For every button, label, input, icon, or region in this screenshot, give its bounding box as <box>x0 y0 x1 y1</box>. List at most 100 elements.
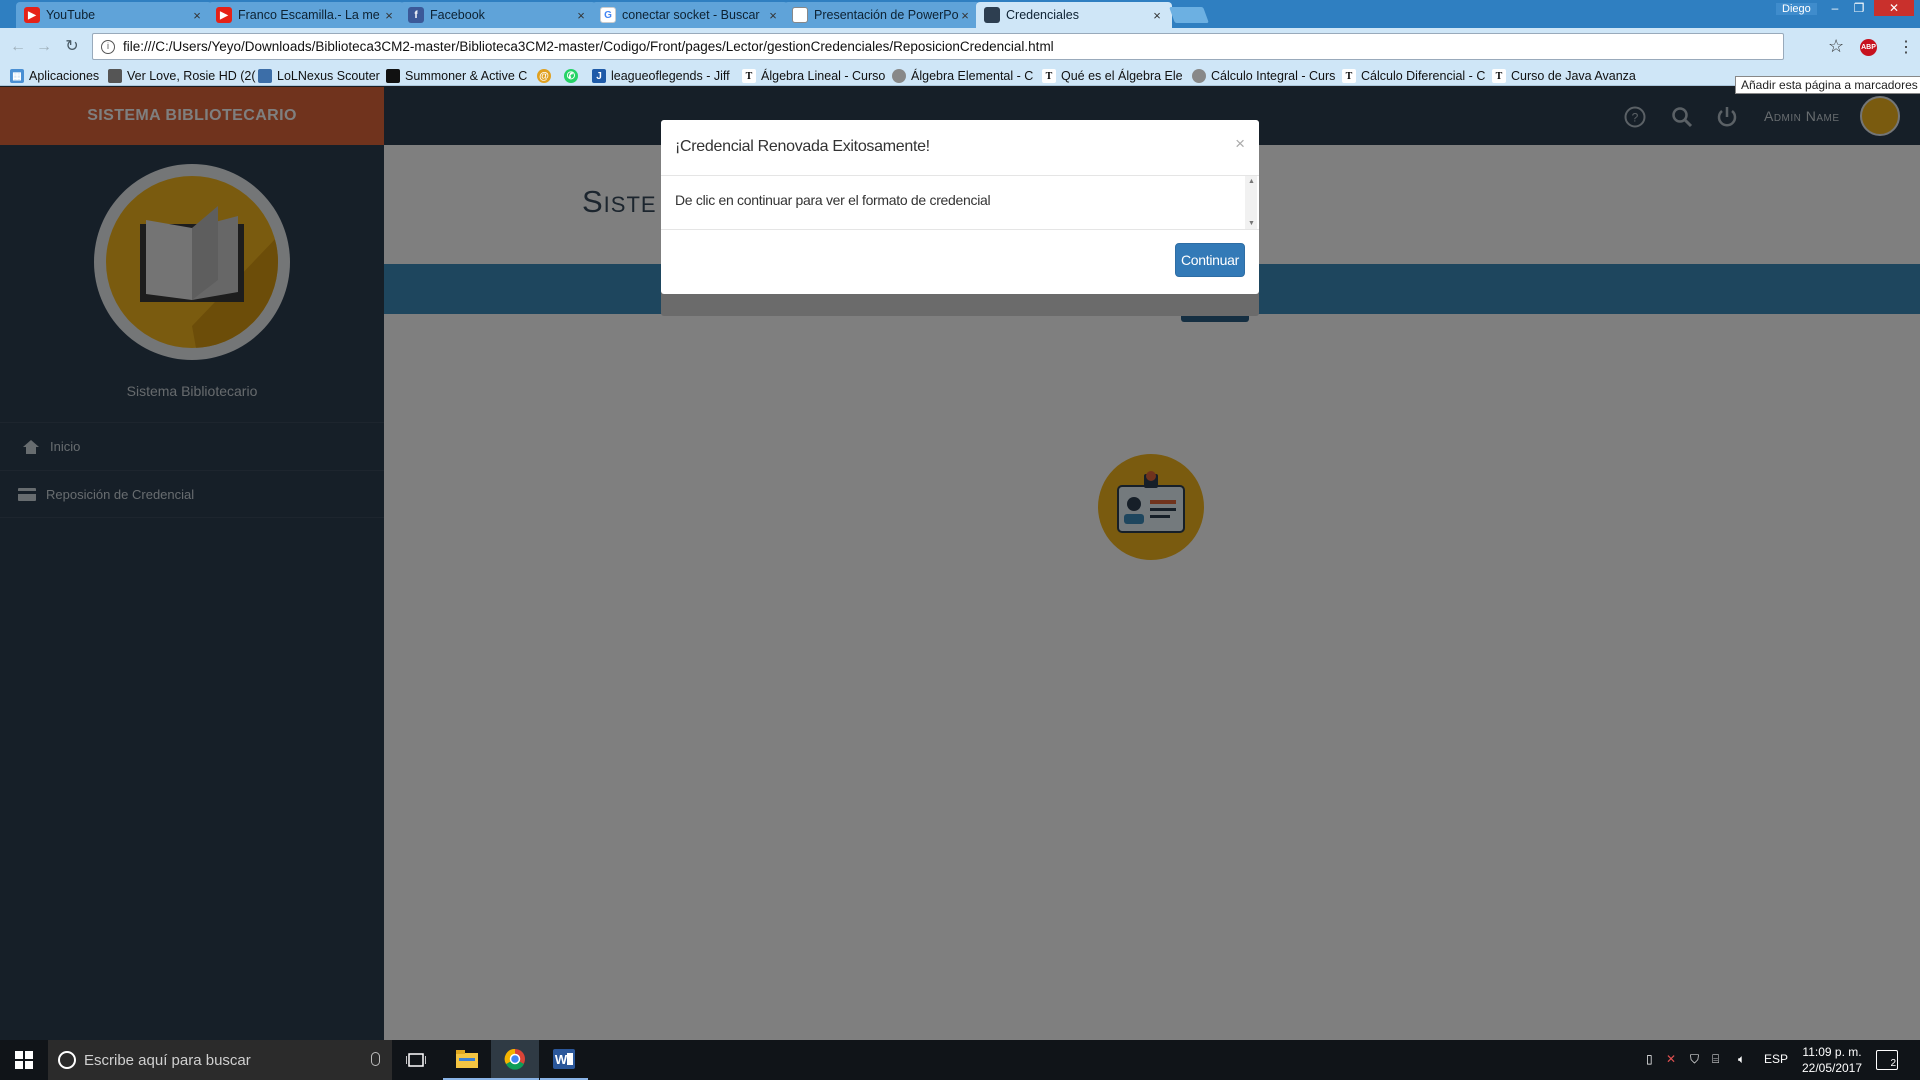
at-sign-icon: @ <box>537 69 551 83</box>
back-arrow-icon[interactable]: ← <box>8 37 28 57</box>
person-icon <box>1192 69 1206 83</box>
summoner-icon <box>386 69 400 83</box>
microphone-icon[interactable] <box>371 1052 380 1066</box>
tab-title: Franco Escamilla.- La me <box>238 8 380 22</box>
success-modal: ¡Credencial Renovada Exitosamente! × De … <box>661 120 1259 294</box>
windows-start-icon[interactable] <box>0 1040 48 1080</box>
bookmark-item[interactable]: @ <box>537 68 556 84</box>
language-indicator[interactable]: ESP <box>1764 1052 1788 1066</box>
tab-title: conectar socket - Buscar <box>622 8 760 22</box>
taskbar-search[interactable]: Escribe aquí para buscar <box>48 1040 392 1080</box>
minimize-icon[interactable]: – <box>1824 0 1846 16</box>
chrome-icon[interactable] <box>491 1040 539 1080</box>
close-icon[interactable]: × <box>1235 134 1245 154</box>
bookmark-tooltip: Añadir esta página a marcadores <box>1735 76 1920 94</box>
url-text: file:///C:/Users/Yeyo/Downloads/Bibliote… <box>123 39 1054 54</box>
tab-title: Presentación de PowerPo <box>814 8 958 22</box>
close-tab-icon[interactable]: × <box>958 8 972 23</box>
youtube-icon: ▶ <box>24 7 40 23</box>
close-tab-icon[interactable]: × <box>766 8 780 23</box>
bookmark-star-icon[interactable]: ☆ <box>1828 36 1844 57</box>
browser-tab-active[interactable]: Credenciales × <box>976 2 1172 28</box>
close-tab-icon[interactable]: × <box>382 8 396 23</box>
browser-tab[interactable]: G conectar socket - Buscar × <box>592 2 788 28</box>
t-letter-icon: T <box>1492 69 1506 83</box>
modal-footer: Continuar <box>661 230 1259 277</box>
bookmark-item[interactable]: T Qué es el Álgebra Ele <box>1042 68 1183 84</box>
bookmark-item[interactable]: LoLNexus Scouter <box>258 68 380 84</box>
scrollbar[interactable]: ▲ ▼ <box>1245 176 1257 229</box>
bookmark-item[interactable]: J leagueoflegends - Jiff <box>592 68 730 84</box>
bookmark-item[interactable]: T Cálculo Diferencial - C <box>1342 68 1485 84</box>
modal-title: ¡Credencial Renovada Exitosamente! <box>675 138 930 155</box>
browser-menu-icon[interactable]: ⋮ <box>1898 37 1914 57</box>
bookmark-item[interactable]: Summoner & Active C <box>386 68 527 84</box>
close-tab-icon[interactable]: × <box>1150 8 1164 23</box>
word-icon[interactable]: W <box>540 1040 588 1080</box>
bookmark-item[interactable]: T Álgebra Lineal - Curso <box>742 68 885 84</box>
google-icon: G <box>600 7 616 23</box>
svg-text:W: W <box>555 1052 568 1067</box>
address-bar[interactable]: i file:///C:/Users/Yeyo/Downloads/Biblio… <box>92 33 1784 60</box>
clock[interactable]: 11:09 p. m. 22/05/2017 <box>1796 1044 1868 1076</box>
tab-title: Credenciales <box>1006 8 1079 22</box>
t-letter-icon: T <box>1042 69 1056 83</box>
windows-taskbar: Escribe aquí para buscar W ▯ ✕ ⛉ ⌸ 🔈︎ ES… <box>0 1040 1920 1080</box>
network-warning-icon[interactable]: ✕ <box>1666 1052 1676 1066</box>
close-tab-icon[interactable]: × <box>190 8 204 23</box>
browser-tab[interactable]: ▶ YouTube × <box>16 2 212 28</box>
info-icon[interactable]: i <box>101 39 115 54</box>
scroll-up-icon[interactable]: ▲ <box>1248 178 1255 185</box>
bookmark-item[interactable]: T Curso de Java Avanza <box>1492 68 1636 84</box>
film-icon <box>108 69 122 83</box>
volume-icon[interactable]: 🔈︎ <box>1738 1052 1745 1067</box>
new-tab-button[interactable] <box>1169 7 1209 23</box>
browser-tab[interactable]: Presentación de PowerPo × <box>784 2 980 28</box>
forward-arrow-icon[interactable]: → <box>34 37 54 57</box>
task-view-icon[interactable] <box>392 1040 440 1080</box>
continue-button[interactable]: Continuar <box>1175 243 1245 277</box>
lolnexus-icon <box>258 69 272 83</box>
bookmark-item[interactable]: Ver Love, Rosie HD (2( <box>108 68 256 84</box>
adblock-icon[interactable]: ABP <box>1860 39 1877 56</box>
person-icon <box>892 69 906 83</box>
bookmarks-bar: ▦ Aplicaciones Ver Love, Rosie HD (2( Lo… <box>0 66 1920 86</box>
search-placeholder: Escribe aquí para buscar <box>84 1051 251 1069</box>
jiff-icon: J <box>592 69 606 83</box>
time: 11:09 p. m. <box>1802 1045 1862 1059</box>
t-letter-icon: T <box>1342 69 1356 83</box>
cortana-icon <box>58 1051 76 1069</box>
apps-grid-icon: ▦ <box>10 69 24 83</box>
bookmark-item[interactable]: ✆ <box>564 68 583 84</box>
t-letter-icon: T <box>742 69 756 83</box>
tab-title: Facebook <box>430 8 485 22</box>
battery-icon[interactable]: ▯ <box>1646 1052 1653 1066</box>
date: 22/05/2017 <box>1801 1061 1863 1075</box>
document-icon <box>792 7 808 23</box>
close-tab-icon[interactable]: × <box>574 8 588 23</box>
page-icon <box>984 7 1000 23</box>
browser-toolbar: ← → ↻ i file:///C:/Users/Yeyo/Downloads/… <box>0 28 1920 66</box>
tab-strip: ▶ YouTube × ▶ Franco Escamilla.- La me ×… <box>0 0 1920 28</box>
notifications-icon[interactable]: 2 <box>1876 1050 1898 1070</box>
wifi-icon[interactable]: ⌸ <box>1712 1052 1719 1067</box>
bookmark-item[interactable]: Álgebra Elemental - C <box>892 68 1033 84</box>
youtube-icon: ▶ <box>216 7 232 23</box>
modal-header: ¡Credencial Renovada Exitosamente! × <box>661 120 1259 176</box>
tab-title: YouTube <box>46 8 96 22</box>
close-window-icon[interactable]: ✕ <box>1874 0 1914 16</box>
facebook-icon: f <box>408 7 424 23</box>
shield-icon[interactable]: ⛉ <box>1690 1052 1699 1067</box>
reload-icon[interactable]: ↻ <box>62 37 82 57</box>
file-explorer-icon[interactable] <box>443 1040 491 1080</box>
window-user[interactable]: Diego <box>1776 3 1817 15</box>
whatsapp-icon: ✆ <box>564 69 578 83</box>
bookmark-item[interactable]: Cálculo Integral - Curs <box>1192 68 1335 84</box>
bookmark-apps[interactable]: ▦ Aplicaciones <box>10 68 99 84</box>
browser-tab[interactable]: ▶ Franco Escamilla.- La me × <box>208 2 404 28</box>
modal-message: De clic en continuar para ver el formato… <box>675 192 991 208</box>
modal-body: De clic en continuar para ver el formato… <box>661 176 1259 230</box>
browser-tab[interactable]: f Facebook × <box>400 2 596 28</box>
scroll-down-icon[interactable]: ▼ <box>1248 220 1255 227</box>
restore-icon[interactable]: ❐ <box>1848 0 1870 16</box>
